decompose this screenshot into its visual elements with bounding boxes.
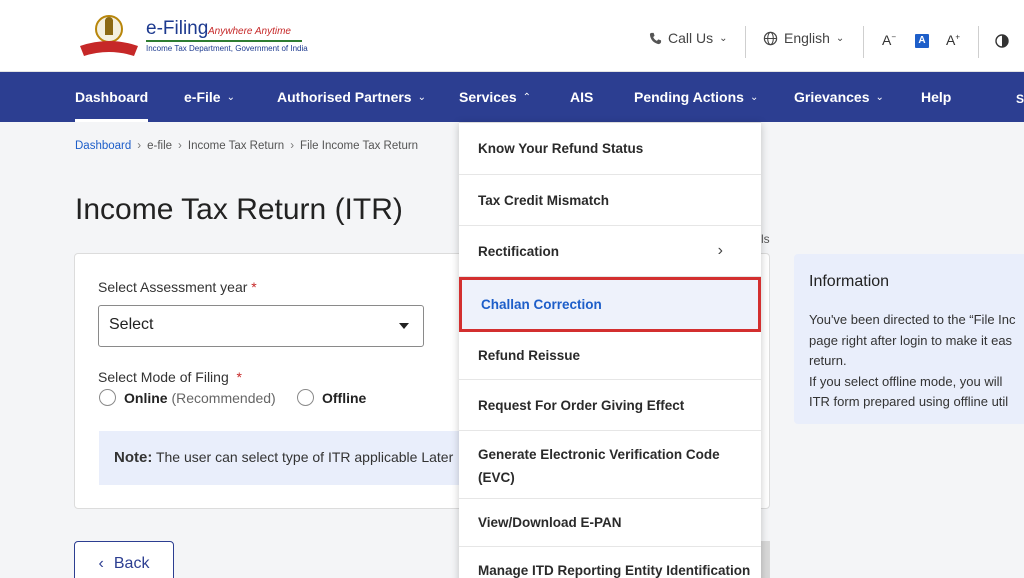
breadcrumb: Dashboard › e-file › Income Tax Return ›…: [75, 140, 418, 152]
note-label: Note:: [114, 449, 153, 466]
main-nav: Dashboard e-File ⌄ Authorised Partners ⌄ S…: [0, 72, 1024, 122]
language-label: English: [784, 30, 830, 46]
nav-help[interactable]: Help: [921, 89, 951, 105]
phone-icon: [649, 32, 662, 44]
radio-circle-icon: [297, 389, 314, 406]
assessment-year-select[interactable]: Select: [98, 305, 424, 347]
chevron-down-icon: ⌄: [226, 91, 235, 103]
nav-grievances[interactable]: Grievances ⌄: [794, 89, 884, 105]
top-header: e-Filing Anywhere Anytime Income Tax Dep…: [0, 0, 1024, 72]
nav-ais[interactable]: AIS: [570, 89, 593, 105]
font-increase-button[interactable]: A+: [946, 32, 960, 48]
breadcrumb-separator: ›: [178, 140, 182, 152]
information-panel: Information You've been directed to the …: [794, 254, 1024, 424]
contrast-icon[interactable]: [995, 34, 1009, 48]
stray-text: ls: [761, 232, 770, 246]
information-title: Information: [809, 273, 890, 290]
header-divider: [863, 26, 864, 58]
radio-offline[interactable]: Offline: [297, 389, 366, 406]
menu-item-challan-correction[interactable]: Challan Correction: [459, 277, 761, 332]
information-text: You've been directed to the “File Inc pa…: [809, 312, 1016, 409]
breadcrumb-dashboard[interactable]: Dashboard: [75, 140, 131, 152]
emblem-logo[interactable]: [76, 12, 142, 58]
scrollbar-thumb[interactable]: [761, 541, 770, 578]
nav-efile[interactable]: e-File ⌄: [184, 89, 235, 105]
nav-overflow[interactable]: S: [1016, 92, 1024, 106]
assessment-year-value: Select: [109, 316, 154, 333]
filing-mode-label: Select Mode of Filing *: [98, 369, 242, 385]
breadcrumb-separator: ›: [290, 140, 295, 152]
menu-item-download-epan[interactable]: View/Download E-PAN: [459, 499, 761, 547]
services-dropdown-menu: Know Your Refund Status Tax Credit Misma…: [459, 122, 761, 578]
brand-title: e-Filing: [146, 18, 209, 39]
chevron-down-icon: ⌄: [875, 91, 884, 103]
nav-pending-actions[interactable]: Pending Actions ⌄: [634, 89, 758, 105]
menu-item-refund-status[interactable]: Know Your Refund Status: [459, 123, 761, 175]
menu-item-tax-credit-mismatch[interactable]: Tax Credit Mismatch: [459, 175, 761, 226]
breadcrumb-current: File Income Tax Return: [300, 140, 419, 152]
header-divider: [745, 26, 746, 58]
menu-item-reporting-entity[interactable]: Manage ITD Reporting Entity Identificati…: [459, 547, 761, 578]
radio-circle-icon: [99, 389, 116, 406]
call-us-menu[interactable]: Call Us ⌄: [649, 30, 728, 46]
chevron-down-icon: ⌄: [749, 91, 759, 103]
radio-online[interactable]: Online (Recommended): [99, 389, 276, 406]
chevron-right-icon: ›: [717, 242, 723, 259]
chevron-up-icon: ⌃: [522, 91, 531, 103]
globe-icon: [763, 31, 778, 45]
nav-services[interactable]: Services ⌃: [459, 89, 531, 105]
chevron-down-icon: ⌄: [417, 91, 426, 103]
back-button[interactable]: ‹ Back: [74, 541, 174, 578]
chevron-left-icon: ‹: [98, 555, 104, 572]
nav-authorised-partners[interactable]: Authorised Partners ⌄: [277, 89, 426, 105]
language-selector[interactable]: English ⌄: [763, 30, 844, 46]
note-box: Note: The user can select type of ITR ap…: [99, 431, 519, 485]
font-normal-button[interactable]: A: [915, 34, 929, 48]
assessment-year-label: Select Assessment year *: [98, 279, 257, 295]
breadcrumb-separator: ›: [137, 140, 142, 152]
header-divider: [978, 26, 979, 58]
brand-divider: [146, 40, 302, 42]
chevron-down-icon: ⌄: [719, 32, 728, 44]
brand-subtitle: Income Tax Department, Government of Ind…: [146, 44, 308, 53]
brand-tagline: Anywhere Anytime: [208, 26, 291, 37]
menu-item-generate-evc[interactable]: Generate Electronic Verification Code (E…: [459, 431, 761, 499]
chevron-down-icon: ⌄: [835, 32, 845, 44]
breadcrumb-income-tax-return[interactable]: Income Tax Return: [188, 140, 284, 152]
nav-dashboard[interactable]: Dashboard: [75, 89, 149, 122]
menu-item-rectification[interactable]: Rectification ›: [459, 226, 761, 277]
breadcrumb-efile[interactable]: e-file: [147, 140, 172, 152]
caret-down-icon: [399, 323, 409, 329]
call-us-label: Call Us: [668, 30, 714, 46]
menu-item-refund-reissue[interactable]: Refund Reissue: [459, 332, 761, 380]
page-title: Income Tax Return (ITR): [75, 193, 403, 226]
back-label: Back: [113, 555, 150, 572]
menu-item-order-giving-effect[interactable]: Request For Order Giving Effect: [459, 380, 761, 431]
note-text: The user can select type of ITR applicab…: [155, 449, 454, 465]
font-decrease-button[interactable]: A−: [882, 32, 896, 48]
